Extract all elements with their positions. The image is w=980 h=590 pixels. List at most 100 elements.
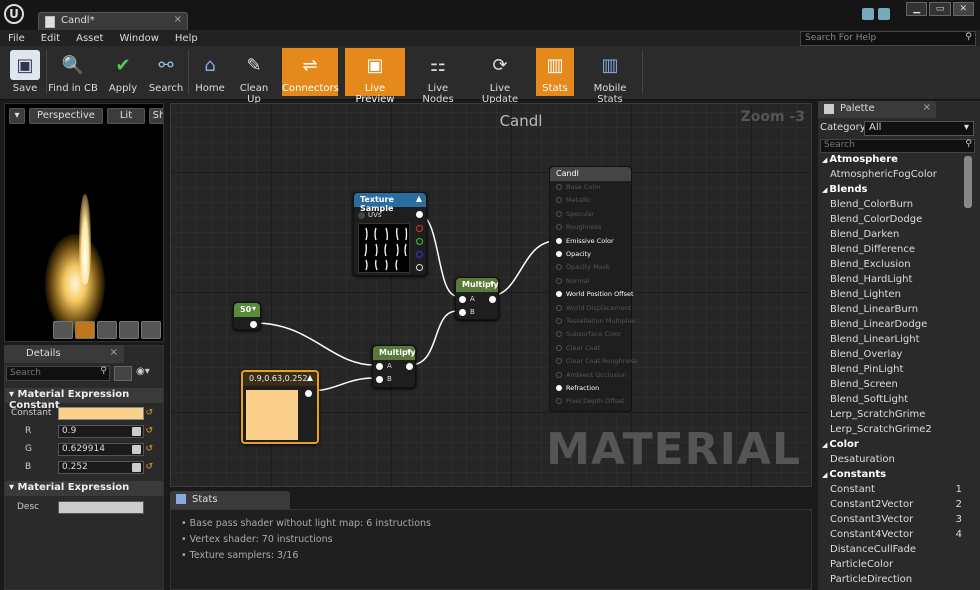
- menu-file[interactable]: File: [0, 33, 33, 44]
- palette-category[interactable]: ◢ Constants: [818, 469, 966, 484]
- category-select[interactable]: All ▾: [864, 121, 974, 136]
- pin-dot-icon[interactable]: [556, 318, 562, 324]
- material-graph[interactable]: Candl Zoom -3 MATERIAL Texture Sample ▲ U…: [170, 103, 812, 487]
- material-pin[interactable]: Ambient Occlusion: [556, 371, 627, 379]
- multiply-top-output-pin[interactable]: [489, 296, 496, 303]
- pin-dot-icon[interactable]: [556, 237, 562, 244]
- palette-item[interactable]: Blend_ColorDodge: [818, 214, 966, 229]
- multiply-bottom-a-pin[interactable]: [376, 363, 383, 370]
- viewport-options-button[interactable]: ▾: [9, 108, 25, 124]
- palette-item[interactable]: Blend_Exclusion: [818, 259, 966, 274]
- spin-icon[interactable]: [132, 427, 141, 436]
- pin-dot-icon[interactable]: [556, 398, 562, 405]
- palette-item[interactable]: DistanceCullFade: [818, 544, 966, 559]
- expand-arrow-icon[interactable]: ◢: [822, 186, 827, 194]
- menu-window[interactable]: Window: [111, 33, 166, 44]
- uv-input-pin[interactable]: [358, 212, 365, 219]
- close-button[interactable]: ✕: [952, 2, 974, 16]
- notification-icon[interactable]: [862, 8, 874, 20]
- palette-item[interactable]: Blend_Overlay: [818, 349, 966, 364]
- palette-item[interactable]: Blend_Lighten: [818, 289, 966, 304]
- desc-input[interactable]: [58, 501, 144, 514]
- preview-viewport[interactable]: ▾ Perspective Lit Sh: [4, 103, 164, 342]
- texture-sample-node[interactable]: Texture Sample ▲ UVs: [353, 192, 427, 276]
- palette-item[interactable]: Blend_Difference: [818, 244, 966, 259]
- live-update-button[interactable]: ⟳ Live Update: [471, 48, 529, 106]
- material-pin[interactable]: Subsurface Color: [556, 330, 621, 338]
- section-material-expression-constant[interactable]: ▾ Material Expression Constant: [5, 388, 163, 411]
- material-pin[interactable]: Opacity Mask: [556, 263, 610, 271]
- palette-tab[interactable]: Palette ×: [818, 101, 936, 118]
- visibility-eye-icon[interactable]: ◉▾: [136, 366, 162, 381]
- material-pin[interactable]: Roughness: [556, 223, 601, 231]
- stats-tab[interactable]: Stats: [170, 491, 290, 509]
- palette-item[interactable]: ParticleColor: [818, 559, 966, 574]
- palette-item[interactable]: Constant2Vector 2: [818, 499, 966, 514]
- multiply-bottom-b-pin[interactable]: [376, 376, 383, 383]
- live-nodes-button[interactable]: ⚏ Live Nodes: [411, 48, 465, 106]
- palette-item[interactable]: Blend_ColorBurn: [818, 199, 966, 214]
- g-value-field[interactable]: 0.629914: [58, 443, 144, 456]
- palette-item[interactable]: Blend_Screen: [818, 379, 966, 394]
- search-button[interactable]: ⚯ Search: [147, 48, 185, 96]
- material-pin[interactable]: Clear Coat: [556, 344, 600, 352]
- pin-dot-icon[interactable]: [556, 358, 562, 365]
- mobile-stats-button[interactable]: ▥ Mobile Stats: [580, 48, 640, 106]
- palette-item[interactable]: Constant 1: [818, 484, 966, 499]
- palette-item[interactable]: Blend_LinearBurn: [818, 304, 966, 319]
- palette-close-icon[interactable]: ×: [923, 102, 931, 113]
- connectors-button[interactable]: ⇌ Connectors: [282, 48, 339, 96]
- pin-dot-icon[interactable]: [556, 385, 562, 391]
- multiply-bottom-output-pin[interactable]: [406, 363, 413, 370]
- pin-dot-icon[interactable]: [556, 371, 562, 378]
- pin-dot-icon[interactable]: [556, 197, 562, 204]
- pin-dot-icon[interactable]: [556, 291, 562, 298]
- palette-item[interactable]: Blend_Darken: [818, 229, 966, 244]
- g-output-pin[interactable]: [416, 238, 423, 245]
- show-button[interactable]: Sh: [149, 108, 163, 124]
- live-preview-button[interactable]: ▣ Live Preview: [345, 48, 405, 105]
- minimize-button[interactable]: ▁: [906, 2, 928, 16]
- menu-help[interactable]: Help: [167, 33, 206, 44]
- search-help-input[interactable]: Search For Help ⚲: [800, 31, 976, 46]
- material-pin[interactable]: World Displacement: [556, 304, 631, 312]
- source-control-icon[interactable]: [878, 8, 890, 20]
- scalar-output-pin[interactable]: [250, 321, 257, 328]
- apply-button[interactable]: ✔ Apply: [104, 48, 142, 96]
- pin-dot-icon[interactable]: [556, 277, 562, 284]
- material-pin[interactable]: Refraction: [556, 384, 599, 392]
- palette-item[interactable]: AtmosphericFogColor: [818, 169, 966, 184]
- r-value-field[interactable]: 0.9: [58, 425, 144, 438]
- palette-item[interactable]: ParticleDirection: [818, 574, 966, 589]
- material-pin[interactable]: Base Color: [556, 183, 601, 191]
- palette-item[interactable]: Blend_SoftLight: [818, 394, 966, 409]
- spin-icon[interactable]: [132, 445, 141, 454]
- material-pin[interactable]: Pixel Depth Offset: [556, 397, 625, 405]
- perspective-button[interactable]: Perspective: [29, 108, 103, 124]
- material-pin[interactable]: Emissive Color: [556, 237, 614, 245]
- constant3vector-node[interactable]: 0.9,0.63,0.252 ▲: [241, 370, 319, 444]
- pin-dot-icon[interactable]: [556, 264, 562, 271]
- material-pin[interactable]: Opacity: [556, 250, 591, 258]
- palette-item[interactable]: Desaturation: [818, 454, 966, 469]
- material-pin[interactable]: Tessellation Multiplier: [556, 317, 636, 325]
- material-pin[interactable]: Metallic: [556, 196, 591, 204]
- pin-dot-icon[interactable]: [556, 210, 562, 217]
- palette-item[interactable]: Blend_PinLight: [818, 364, 966, 379]
- material-result-node[interactable]: Candl Base Color Metallic Specular Roughnes…: [549, 166, 638, 412]
- palette-item[interactable]: Lerp_ScratchGrime: [818, 409, 966, 424]
- b-value-field[interactable]: 0.252: [58, 461, 144, 474]
- details-close-icon[interactable]: ×: [110, 347, 118, 358]
- reset-to-default-icon[interactable]: ↺: [145, 408, 153, 418]
- clean-up-button[interactable]: ✎ Clean Up: [232, 48, 276, 106]
- spin-icon[interactable]: [132, 463, 141, 472]
- palette-category[interactable]: ◢ Blends: [818, 184, 966, 199]
- palette-item[interactable]: Blend_HardLight: [818, 274, 966, 289]
- collapse-arrow-icon[interactable]: ▲: [416, 194, 422, 203]
- plane-shape-button[interactable]: [97, 321, 117, 339]
- collapse-arrow-icon[interactable]: ▾: [252, 304, 256, 313]
- palette-item[interactable]: Constant4Vector 4: [818, 529, 966, 544]
- collapse-arrow-icon[interactable]: ▲: [307, 373, 313, 382]
- lit-button[interactable]: Lit: [107, 108, 145, 124]
- pin-dot-icon[interactable]: [556, 184, 562, 190]
